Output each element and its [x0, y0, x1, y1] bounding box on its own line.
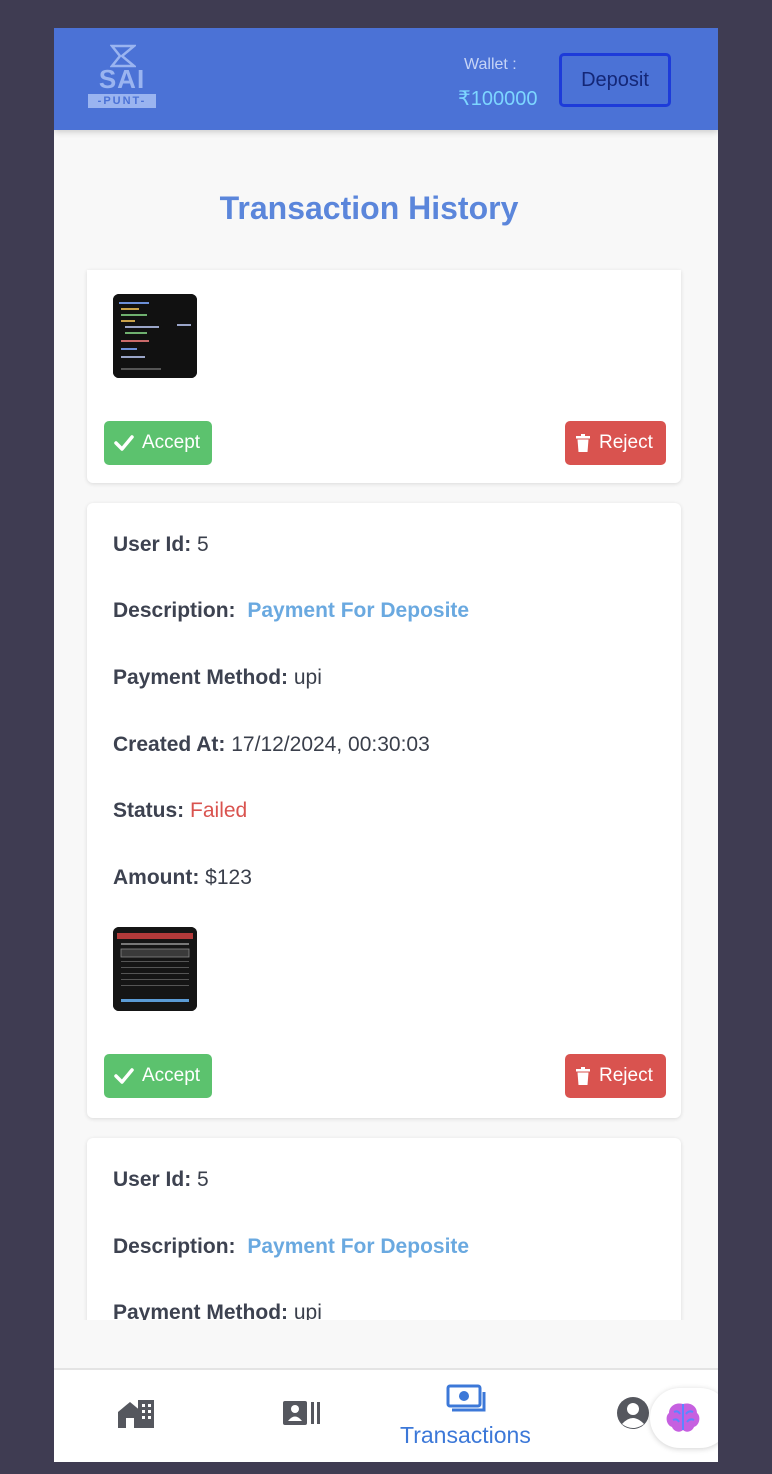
description-value: Payment For Deposite: [247, 599, 470, 622]
brain-icon: [666, 1403, 700, 1432]
payment-method-label: Payment Method:: [113, 666, 289, 689]
bottom-navigation: Transactions: [54, 1368, 718, 1462]
user-id-value: 5: [197, 1168, 209, 1191]
transaction-list-container[interactable]: Transaction History Accept Reject User I…: [54, 130, 718, 1320]
status-label: Status:: [113, 799, 185, 822]
payment-method-field: Payment Method: upi: [113, 1301, 322, 1320]
created-at-value: 17/12/2024, 00:30:03: [231, 733, 430, 756]
home-icon: [118, 1400, 154, 1428]
amount-label: Amount:: [113, 866, 200, 889]
created-at-field: Created At: 17/12/2024, 00:30:03: [113, 733, 430, 757]
description-label: Description:: [113, 1235, 236, 1258]
payment-screenshot-thumbnail[interactable]: [113, 927, 197, 1011]
checkmark-icon: [114, 1068, 134, 1084]
page-title: Transaction History: [219, 190, 519, 226]
description-label: Description:: [113, 599, 236, 622]
nav-item-transactions[interactable]: [446, 1384, 490, 1418]
app-screenshot-image: [113, 927, 197, 1011]
wallet-label: Wallet :: [464, 56, 517, 73]
logo-subtext: -PUNT-: [88, 94, 156, 108]
transaction-card: User Id: 5 Description: Payment For Depo…: [87, 1138, 681, 1320]
payment-method-field: Payment Method: upi: [113, 666, 322, 690]
accept-label: Accept: [142, 432, 201, 453]
created-at-label: Created At:: [113, 733, 226, 756]
user-id-label: User Id:: [113, 1168, 192, 1191]
app-screen: SAI -PUNT- Wallet : ₹100000 Deposit Tran…: [54, 28, 718, 1462]
user-id-label: User Id:: [113, 533, 192, 556]
nav-item-home[interactable]: [116, 1398, 158, 1434]
nav-item-contacts[interactable]: [282, 1400, 326, 1430]
user-id-value: 5: [197, 533, 209, 556]
status-value: Failed: [190, 799, 248, 822]
user-icon: [617, 1397, 649, 1429]
code-screenshot-image: [113, 294, 197, 378]
payment-method-value: upi: [293, 1301, 322, 1320]
trash-icon: [576, 434, 590, 452]
reject-button[interactable]: Reject: [565, 1054, 666, 1098]
description-field: Description: Payment For Deposite: [113, 1235, 469, 1259]
checkmark-icon: [114, 435, 134, 451]
nav-label-transactions[interactable]: Transactions: [400, 1422, 531, 1449]
reject-label: Reject: [599, 432, 653, 453]
assistant-floating-button[interactable]: [650, 1388, 718, 1448]
app-header: SAI -PUNT- Wallet : ₹100000 Deposit: [54, 28, 718, 130]
trash-icon: [576, 1067, 590, 1085]
amount-field: Amount: $123: [113, 866, 252, 890]
deposit-button[interactable]: Deposit: [559, 53, 671, 107]
payment-screenshot-thumbnail[interactable]: [113, 294, 197, 378]
description-field: Description: Payment For Deposite: [113, 599, 469, 623]
amount-value: $123: [205, 866, 252, 889]
money-icon: [446, 1384, 486, 1412]
accept-label: Accept: [142, 1065, 201, 1086]
user-id-field: User Id: 5: [113, 533, 209, 557]
logo-text: SAI: [98, 64, 146, 94]
app-logo[interactable]: SAI -PUNT-: [88, 44, 156, 110]
wallet-balance: ₹100000: [458, 88, 538, 110]
description-value: Payment For Deposite: [247, 1235, 470, 1258]
reject-button[interactable]: Reject: [565, 421, 666, 465]
payment-method-label: Payment Method:: [113, 1301, 289, 1320]
reject-label: Reject: [599, 1065, 653, 1086]
contact-card-icon: [283, 1401, 320, 1425]
status-field: Status: Failed: [113, 799, 247, 823]
nav-item-profile[interactable]: [616, 1396, 652, 1432]
transaction-card: User Id: 5 Description: Payment For Depo…: [87, 503, 681, 1118]
user-id-field: User Id: 5: [113, 1168, 209, 1192]
accept-button[interactable]: Accept: [104, 1054, 212, 1098]
transaction-card: Accept Reject: [87, 270, 681, 483]
accept-button[interactable]: Accept: [104, 421, 212, 465]
payment-method-value: upi: [293, 666, 322, 689]
